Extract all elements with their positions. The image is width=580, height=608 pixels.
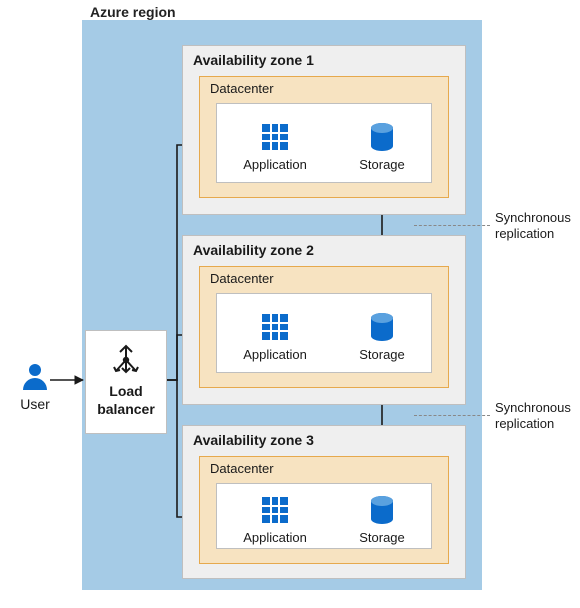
storage-1-label: Storage — [359, 157, 405, 172]
load-balancer-box: Load balancer — [85, 330, 167, 434]
load-balancer-icon — [110, 343, 142, 375]
datacenter-3-label: Datacenter — [200, 457, 448, 476]
user-block: User — [10, 360, 60, 412]
datacenter-1-inner: Application Storage — [216, 103, 432, 183]
annotation-replication-2: Synchronous replication — [495, 400, 571, 433]
storage-icon — [366, 311, 398, 343]
application-3-label: Application — [243, 530, 307, 545]
azure-region-label: Azure region — [90, 4, 176, 20]
datacenter-2-label: Datacenter — [200, 267, 448, 286]
user-icon — [19, 360, 51, 392]
application-3: Application — [243, 494, 307, 545]
application-icon — [259, 311, 291, 343]
annotation-1-line1: Synchronous — [495, 210, 571, 225]
datacenter-box-1: Datacenter Application — [199, 76, 449, 198]
application-1-label: Application — [243, 157, 307, 172]
load-balancer-label: Load balancer — [86, 383, 166, 418]
diagram-canvas: Azure region User — [0, 0, 580, 608]
application-2-label: Application — [243, 347, 307, 362]
application-icon — [259, 121, 291, 153]
datacenter-3-inner: Application Storage — [216, 483, 432, 549]
storage-icon — [366, 121, 398, 153]
storage-2: Storage — [359, 311, 405, 362]
zone-2-title: Availability zone 2 — [183, 236, 465, 258]
storage-1: Storage — [359, 121, 405, 172]
availability-zone-1: Availability zone 1 Datacenter Applicati — [182, 45, 466, 215]
application-2: Application — [243, 311, 307, 362]
datacenter-box-3: Datacenter Application — [199, 456, 449, 564]
zone-3-title: Availability zone 3 — [183, 426, 465, 448]
datacenter-1-label: Datacenter — [200, 77, 448, 96]
storage-icon — [366, 494, 398, 526]
datacenter-2-inner: Application Storage — [216, 293, 432, 373]
user-label: User — [10, 396, 60, 412]
annotation-2-line2: replication — [495, 416, 554, 431]
application-1: Application — [243, 121, 307, 172]
dashed-line-2 — [414, 415, 490, 416]
annotation-2-line1: Synchronous — [495, 400, 571, 415]
zone-1-title: Availability zone 1 — [183, 46, 465, 68]
storage-3-label: Storage — [359, 530, 405, 545]
annotation-replication-1: Synchronous replication — [495, 210, 571, 243]
storage-3: Storage — [359, 494, 405, 545]
availability-zone-2: Availability zone 2 Datacenter Applicati — [182, 235, 466, 405]
availability-zone-3: Availability zone 3 Datacenter Applicati — [182, 425, 466, 579]
dashed-line-1 — [414, 225, 490, 226]
annotation-1-line2: replication — [495, 226, 554, 241]
datacenter-box-2: Datacenter Application — [199, 266, 449, 388]
application-icon — [259, 494, 291, 526]
storage-2-label: Storage — [359, 347, 405, 362]
lb-label-line2: balancer — [97, 401, 155, 417]
lb-label-line1: Load — [109, 383, 142, 399]
